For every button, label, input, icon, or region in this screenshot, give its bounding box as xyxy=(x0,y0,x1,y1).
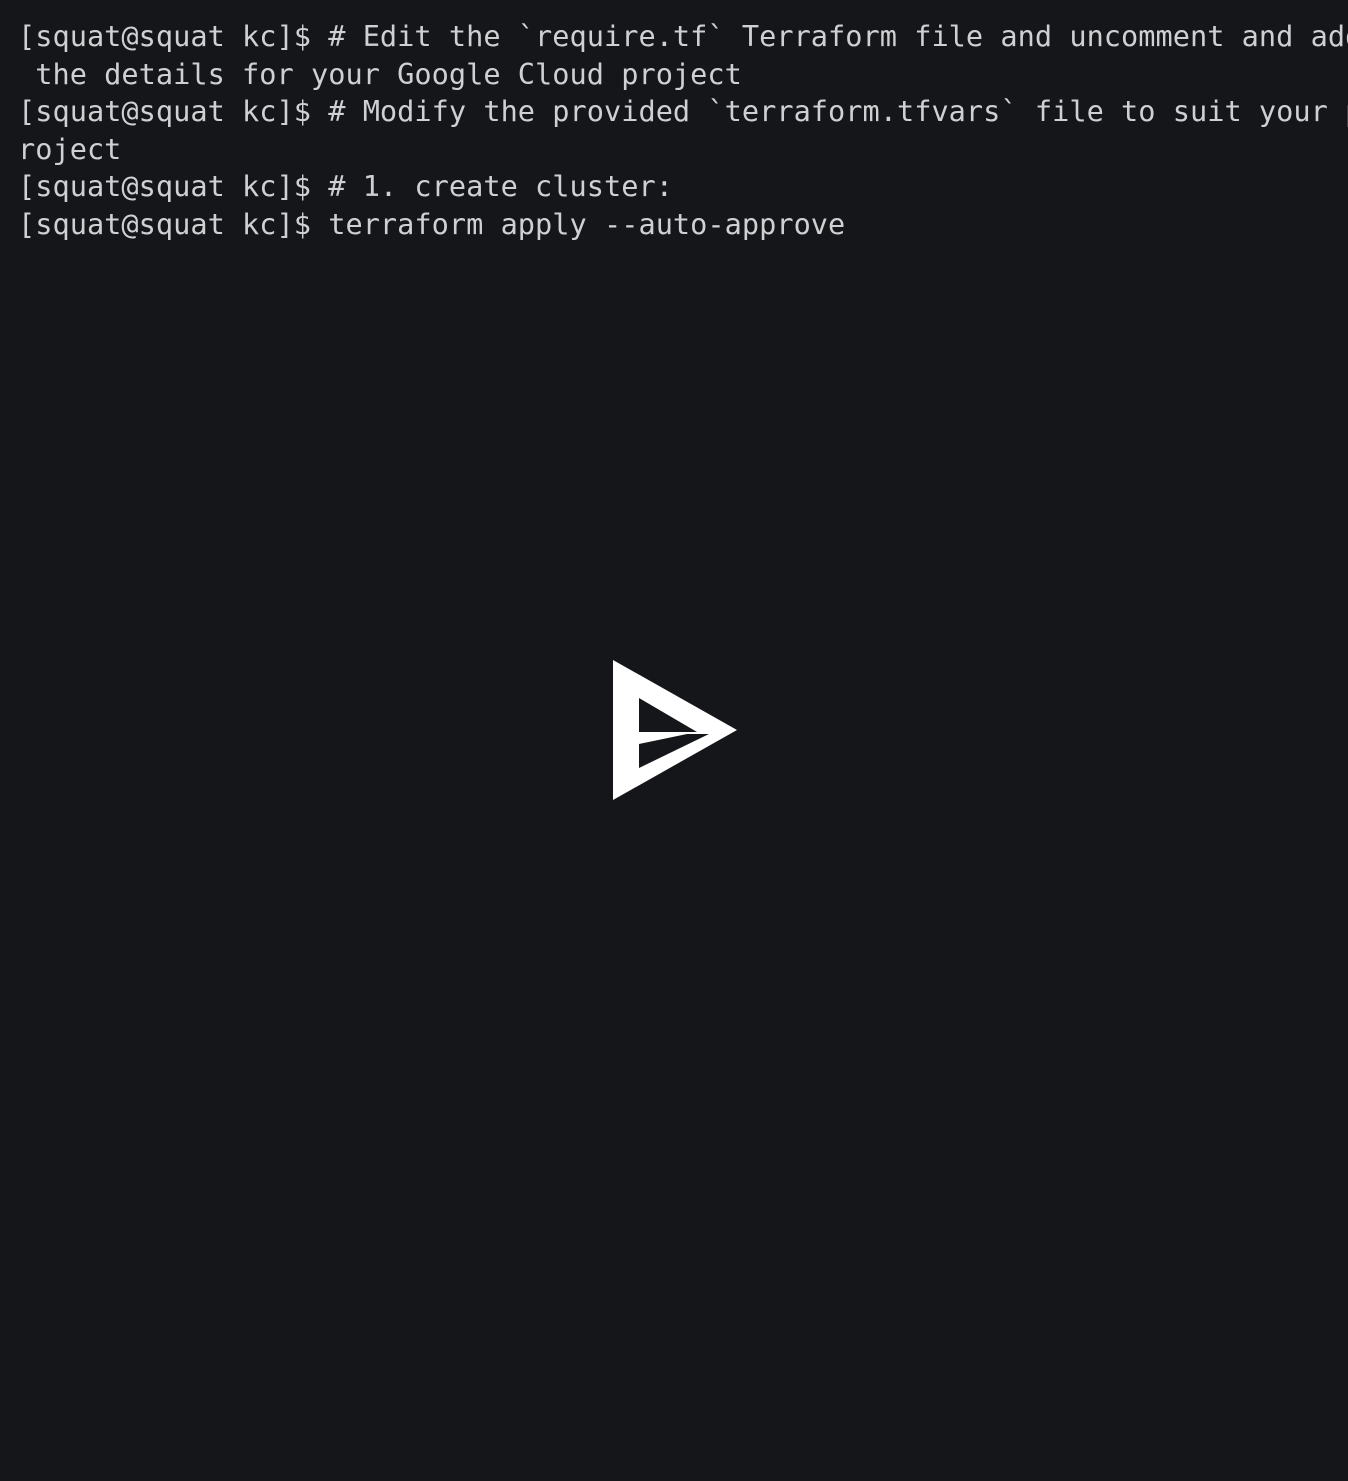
asciinema-play-icon[interactable] xyxy=(613,660,737,800)
play-overlay[interactable] xyxy=(0,0,1348,1456)
asciinema-player[interactable]: [squat@squat kc]$ # Edit the `require.tf… xyxy=(0,0,1348,1456)
